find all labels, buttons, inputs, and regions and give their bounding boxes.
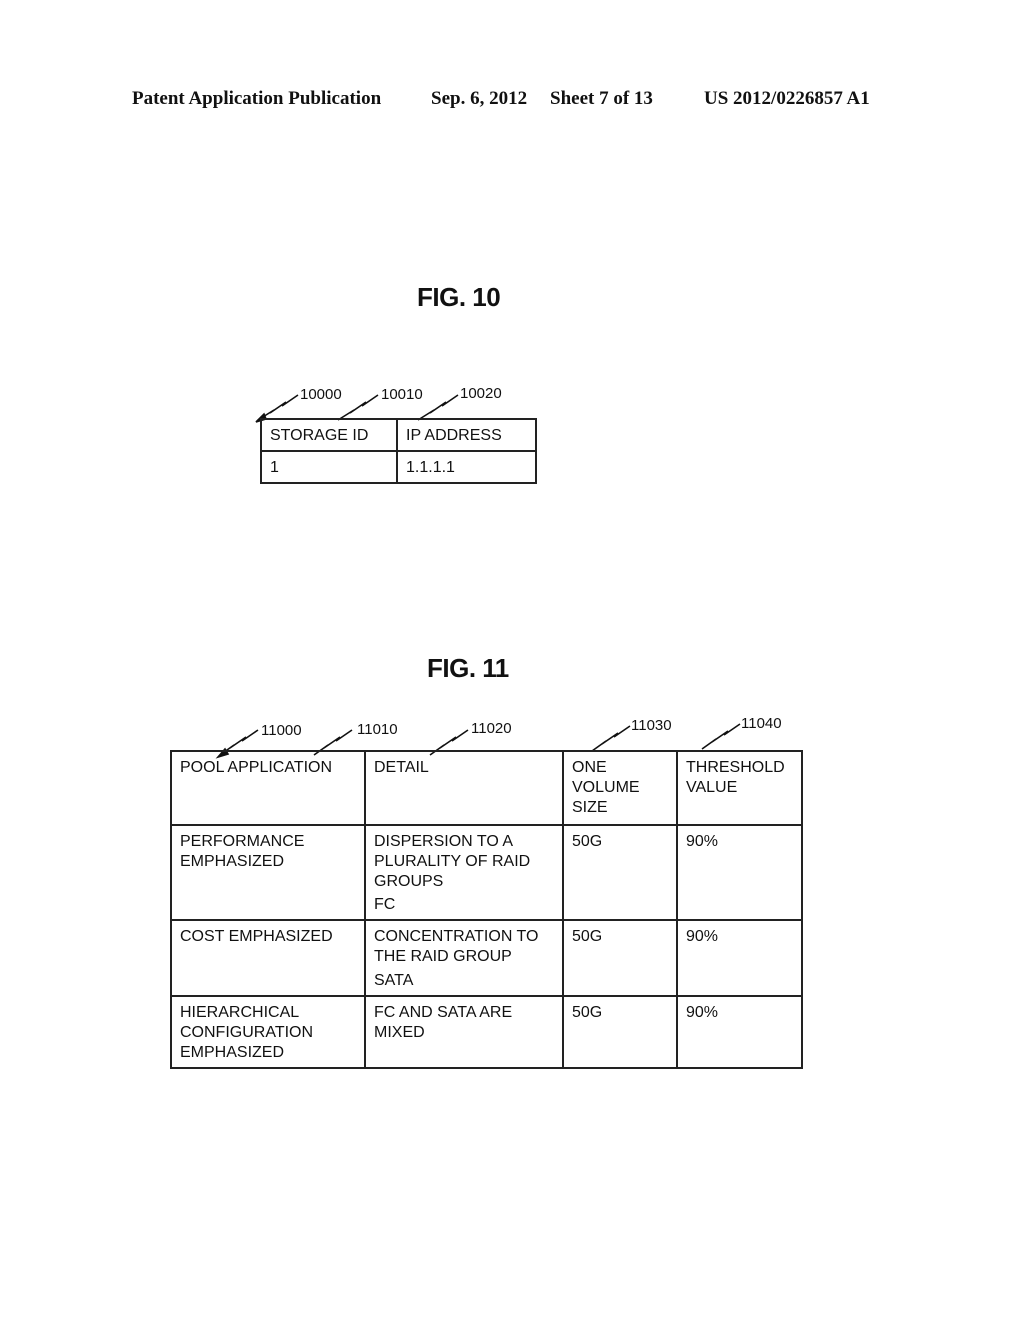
table-row: 1 1.1.1.1 (260, 450, 537, 484)
storage-table: STORAGE ID IP ADDRESS 1 1.1.1.1 (260, 418, 537, 484)
sheet-number: Sheet 7 of 13 (550, 88, 653, 109)
ref-10010: 10010 (381, 386, 423, 403)
cell-threshold: 90% (676, 824, 803, 921)
header-detail: DETAIL (364, 750, 564, 826)
cell-pool-application: HIERARCHICAL CONFIGURATION EMPHASIZED (170, 995, 366, 1069)
table-row: COST EMPHASIZED CONCENTRATION TO THE RAI… (170, 919, 803, 997)
cell-volume-size: 50G (562, 824, 678, 921)
publication-label: Patent Application Publication (132, 88, 382, 109)
table-header-row: STORAGE ID IP ADDRESS (260, 418, 537, 452)
ref-11020: 11020 (471, 720, 512, 737)
ref-11000: 11000 (261, 722, 302, 739)
ref-10000: 10000 (300, 386, 342, 403)
cell-ip-address: 1.1.1.1 (396, 450, 537, 484)
cell-detail: CONCENTRATION TO THE RAID GROUP SATA (364, 919, 564, 997)
cell-storage-id: 1 (260, 450, 398, 484)
leader-line-11040 (701, 723, 741, 750)
cell-threshold: 90% (676, 995, 803, 1069)
ref-11040: 11040 (741, 715, 782, 732)
table-header-row: POOL APPLICATION DETAIL ONE VOLUME SIZE … (170, 750, 803, 826)
fig10-title: FIG. 10 (417, 282, 501, 312)
cell-threshold: 90% (676, 919, 803, 997)
cell-pool-application: COST EMPHASIZED (170, 919, 366, 997)
publication-date: Sep. 6, 2012 (431, 88, 528, 109)
pool-application-table: POOL APPLICATION DETAIL ONE VOLUME SIZE … (170, 750, 803, 1069)
fig11-title: FIG. 11 (427, 653, 509, 683)
header-ip-address: IP ADDRESS (396, 418, 537, 452)
leader-arrow-10000 (257, 394, 299, 421)
header-volume-size: ONE VOLUME SIZE (562, 750, 678, 826)
ref-10020: 10020 (460, 385, 502, 402)
table-row: PERFORMANCE EMPHASIZED DISPERSION TO A P… (170, 824, 803, 921)
cell-detail: FC AND SATA ARE MIXED (364, 995, 564, 1069)
table-row: HIERARCHICAL CONFIGURATION EMPHASIZED FC… (170, 995, 803, 1069)
cell-pool-application: PERFORMANCE EMPHASIZED (170, 824, 366, 921)
header-pool-application: POOL APPLICATION (170, 750, 366, 826)
cell-volume-size: 50G (562, 995, 678, 1069)
leader-line-10010 (337, 394, 379, 421)
leader-line-11030 (591, 725, 631, 752)
ref-11010: 11010 (357, 721, 398, 738)
cell-volume-size: 50G (562, 919, 678, 997)
ref-11030: 11030 (631, 717, 672, 734)
header-storage-id: STORAGE ID (260, 418, 398, 452)
leader-line-10020 (417, 394, 459, 421)
patent-number: US 2012/0226857 A1 (704, 88, 870, 109)
header-threshold-value: THRESHOLD VALUE (676, 750, 803, 826)
cell-detail: DISPERSION TO A PLURALITY OF RAID GROUPS… (364, 824, 564, 921)
